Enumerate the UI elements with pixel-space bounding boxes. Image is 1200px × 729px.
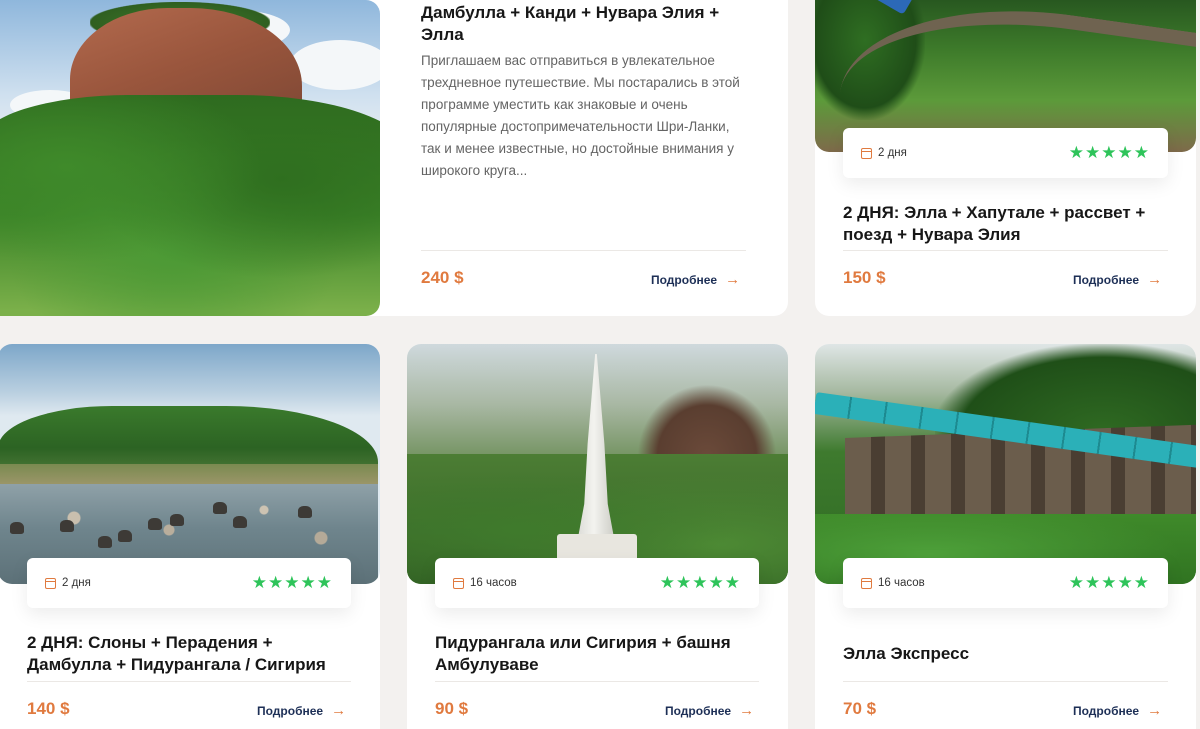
more-label: Подробнее bbox=[257, 703, 324, 718]
duration: 2 дня bbox=[45, 577, 91, 589]
tour-meta: 2 дня ★★★★★ bbox=[843, 128, 1168, 178]
rating-stars: ★★★★★ bbox=[251, 572, 333, 593]
tour-title[interactable]: 2 ДНЯ: Элла + Хапутале + рассвет + поезд… bbox=[843, 202, 1173, 246]
divider bbox=[421, 250, 746, 251]
tour-title[interactable]: Дамбулла + Канди + Нувара Элия + Элла bbox=[421, 2, 751, 46]
duration-label: 16 часов bbox=[470, 577, 517, 589]
tour-title[interactable]: Элла Экспресс bbox=[843, 643, 1173, 665]
calendar-icon bbox=[861, 577, 872, 589]
more-link[interactable]: Подробнее → bbox=[1073, 702, 1162, 719]
duration: 16 часов bbox=[861, 577, 925, 589]
tour-price: 140 $ bbox=[27, 699, 70, 718]
tour-title[interactable]: 2 ДНЯ: Слоны + Перадения + Дамбулла + Пи… bbox=[27, 632, 357, 676]
duration: 16 часов bbox=[453, 577, 517, 589]
tour-meta: 16 часов ★★★★★ bbox=[435, 558, 759, 608]
more-label: Подробнее bbox=[651, 272, 718, 287]
tour-title[interactable]: Пидурангала или Сигирия + башня Амбулува… bbox=[435, 632, 765, 676]
arrow-right-icon: → bbox=[725, 271, 741, 288]
tour-meta: 16 часов ★★★★★ bbox=[843, 558, 1168, 608]
tour-price: 90 $ bbox=[435, 699, 469, 718]
arrow-right-icon: → bbox=[739, 702, 755, 719]
more-link[interactable]: Подробнее → bbox=[665, 702, 754, 719]
arrow-right-icon: → bbox=[331, 702, 347, 719]
more-link[interactable]: Подробнее → bbox=[257, 702, 346, 719]
duration-label: 2 дня bbox=[878, 147, 907, 159]
more-label: Подробнее bbox=[1073, 703, 1140, 718]
tour-meta: 2 дня ★★★★★ bbox=[27, 558, 351, 608]
more-label: Подробнее bbox=[665, 703, 732, 718]
tour-photo[interactable] bbox=[407, 344, 788, 584]
arrow-right-icon: → bbox=[1147, 271, 1163, 288]
calendar-icon bbox=[45, 577, 56, 589]
tour-price: 70 $ bbox=[843, 699, 877, 718]
tour-price: 150 $ bbox=[843, 268, 886, 287]
duration-label: 16 часов bbox=[878, 577, 925, 589]
divider bbox=[843, 681, 1168, 682]
tour-photo[interactable] bbox=[815, 344, 1196, 584]
tour-photo[interactable] bbox=[0, 0, 380, 316]
more-link[interactable]: Подробнее → bbox=[1073, 271, 1162, 288]
arrow-right-icon: → bbox=[1147, 702, 1163, 719]
more-label: Подробнее bbox=[1073, 272, 1140, 287]
rating-stars: ★★★★★ bbox=[1068, 142, 1150, 163]
duration: 2 дня bbox=[861, 147, 907, 159]
duration-label: 2 дня bbox=[62, 577, 91, 589]
tour-description: Приглашаем вас отправиться в увлекательн… bbox=[421, 53, 740, 178]
calendar-icon bbox=[861, 147, 872, 159]
divider bbox=[27, 681, 351, 682]
more-link[interactable]: Подробнее → bbox=[651, 271, 740, 288]
tour-price: 240 $ bbox=[421, 268, 464, 287]
rating-stars: ★★★★★ bbox=[1068, 572, 1150, 593]
rating-stars: ★★★★★ bbox=[659, 572, 741, 593]
divider bbox=[843, 250, 1168, 251]
divider bbox=[435, 681, 759, 682]
calendar-icon bbox=[453, 577, 464, 589]
tour-photo[interactable] bbox=[0, 344, 380, 584]
